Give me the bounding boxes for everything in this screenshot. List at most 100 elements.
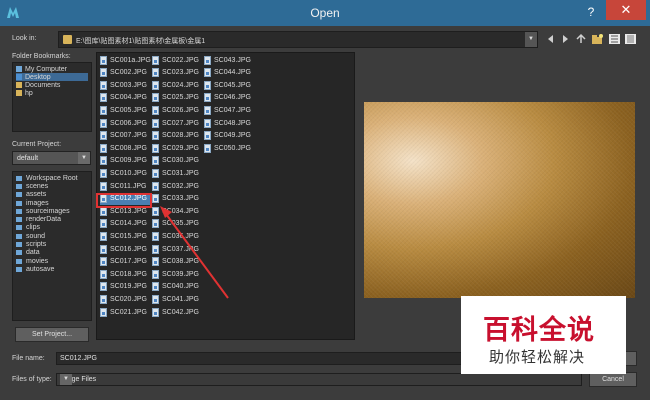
file-item[interactable]: SC039.JPG bbox=[152, 268, 202, 280]
file-item[interactable]: SC008.JPG bbox=[100, 142, 150, 154]
file-type-select[interactable]: Image Files ▼ bbox=[56, 373, 582, 386]
chevron-down-icon[interactable]: ▼ bbox=[60, 374, 72, 385]
file-item[interactable]: SC003.JPG bbox=[100, 79, 150, 91]
file-item[interactable]: SC050.JPG bbox=[204, 142, 254, 154]
folder-icon bbox=[16, 192, 22, 198]
project-folder-item[interactable]: movies bbox=[16, 257, 88, 265]
file-item[interactable]: SC048.JPG bbox=[204, 117, 254, 129]
bookmark-my-computer[interactable]: My Computer bbox=[16, 65, 88, 73]
documents-icon bbox=[16, 82, 22, 88]
file-item[interactable]: SC001a.JPG bbox=[100, 54, 151, 66]
file-item[interactable]: SC017.JPG bbox=[100, 256, 150, 268]
file-name: SC022.JPG bbox=[162, 56, 199, 64]
image-file-icon bbox=[204, 131, 211, 141]
file-name: SC035.JPG bbox=[162, 220, 199, 228]
look-in-combobox[interactable]: E:\图库\贴图素材1\贴图素材\金属板\金属1 ▼ bbox=[58, 31, 538, 48]
file-item[interactable]: SC033.JPG bbox=[152, 193, 202, 205]
file-item[interactable]: SC038.JPG bbox=[152, 256, 202, 268]
title-bar: Open ? ✕ bbox=[0, 0, 650, 26]
file-item[interactable]: SC026.JPG bbox=[152, 104, 202, 116]
watermark-slogan: 助你轻松解决 bbox=[489, 348, 586, 366]
project-select[interactable]: default ▼ bbox=[12, 151, 91, 165]
close-button[interactable]: ✕ bbox=[606, 0, 646, 20]
cancel-button[interactable]: Cancel bbox=[589, 372, 637, 387]
bookmark-hp[interactable]: hp bbox=[16, 89, 88, 97]
file-item[interactable]: SC041.JPG bbox=[152, 293, 202, 305]
file-item[interactable]: SC015.JPG bbox=[100, 230, 150, 242]
file-item[interactable]: SC044.JPG bbox=[204, 67, 254, 79]
project-folder-item[interactable]: scenes bbox=[16, 182, 88, 190]
file-item[interactable]: SC045.JPG bbox=[204, 79, 254, 91]
file-name: SC017.JPG bbox=[110, 258, 147, 266]
file-item[interactable]: SC021.JPG bbox=[100, 306, 150, 318]
file-item[interactable]: SC049.JPG bbox=[204, 130, 254, 142]
file-item[interactable]: SC007.JPG bbox=[100, 130, 150, 142]
file-item[interactable]: SC013.JPG bbox=[100, 205, 150, 217]
set-project-button[interactable]: Set Project... bbox=[15, 327, 89, 342]
project-folder-item[interactable]: assets bbox=[16, 191, 88, 199]
file-item[interactable]: SC020.JPG bbox=[100, 293, 150, 305]
image-file-icon bbox=[100, 55, 107, 65]
file-item[interactable]: SC027.JPG bbox=[152, 117, 202, 129]
up-folder-icon[interactable] bbox=[575, 33, 588, 45]
folder-icon bbox=[16, 175, 22, 181]
chevron-down-icon[interactable]: ▼ bbox=[78, 152, 90, 164]
file-item[interactable]: SC042.JPG bbox=[152, 306, 202, 318]
window-title: Open bbox=[310, 6, 340, 20]
project-folder-item[interactable]: data bbox=[16, 249, 88, 257]
image-file-icon bbox=[152, 194, 159, 204]
file-item[interactable]: SC035.JPG bbox=[152, 218, 202, 230]
file-name: SC011.JPG bbox=[110, 182, 147, 190]
file-item[interactable]: SC022.JPG bbox=[152, 54, 202, 66]
file-item[interactable]: SC043.JPG bbox=[204, 54, 254, 66]
file-item[interactable]: SC006.JPG bbox=[100, 117, 150, 129]
file-item[interactable]: SC004.JPG bbox=[100, 92, 150, 104]
image-file-icon bbox=[152, 168, 159, 178]
file-item[interactable]: SC010.JPG bbox=[100, 167, 150, 179]
file-item[interactable]: SC031.JPG bbox=[152, 167, 202, 179]
file-name: SC007.JPG bbox=[110, 132, 147, 140]
detail-view-icon[interactable] bbox=[624, 33, 637, 45]
file-item[interactable]: SC046.JPG bbox=[204, 92, 254, 104]
back-icon[interactable] bbox=[544, 33, 557, 45]
file-item[interactable]: SC016.JPG bbox=[100, 243, 150, 255]
file-item[interactable]: SC032.JPG bbox=[152, 180, 202, 192]
project-folder-item[interactable]: Workspace Root bbox=[16, 174, 88, 182]
file-item[interactable]: SC030.JPG bbox=[152, 155, 202, 167]
file-item[interactable]: SC028.JPG bbox=[152, 130, 202, 142]
file-item[interactable]: SC018.JPG bbox=[100, 268, 150, 280]
help-button[interactable]: ? bbox=[580, 2, 602, 22]
project-folder-item[interactable]: sound bbox=[16, 232, 88, 240]
file-item[interactable]: SC034.JPG bbox=[152, 205, 202, 217]
bookmark-desktop[interactable]: Desktop bbox=[16, 73, 88, 81]
file-item[interactable]: SC014.JPG bbox=[100, 218, 150, 230]
project-folder-item[interactable]: sourceimages bbox=[16, 207, 88, 215]
new-folder-icon[interactable] bbox=[591, 33, 604, 45]
file-item[interactable]: SC011.JPG bbox=[100, 180, 150, 192]
project-folder-item[interactable]: scripts bbox=[16, 240, 88, 248]
project-folder-item[interactable]: clips bbox=[16, 224, 88, 232]
file-item[interactable]: SC009.JPG bbox=[100, 155, 150, 167]
project-folder-item[interactable]: autosave bbox=[16, 265, 88, 273]
bookmark-documents[interactable]: Documents bbox=[16, 81, 88, 89]
image-file-icon bbox=[100, 156, 107, 166]
file-item[interactable]: SC019.JPG bbox=[100, 281, 150, 293]
file-name: SC034.JPG bbox=[162, 207, 199, 215]
image-file-icon bbox=[152, 80, 159, 90]
file-item[interactable]: SC047.JPG bbox=[204, 104, 254, 116]
file-item[interactable]: SC005.JPG bbox=[100, 104, 150, 116]
list-view-icon[interactable] bbox=[608, 33, 621, 45]
file-item[interactable]: SC037.JPG bbox=[152, 243, 202, 255]
file-item[interactable]: SC024.JPG bbox=[152, 79, 202, 91]
forward-icon[interactable] bbox=[559, 33, 572, 45]
file-item[interactable]: SC029.JPG bbox=[152, 142, 202, 154]
project-folder-item[interactable]: images bbox=[16, 199, 88, 207]
file-item[interactable]: SC036.JPG bbox=[152, 230, 202, 242]
file-item[interactable]: SC002.JPG bbox=[100, 67, 150, 79]
file-item[interactable]: SC040.JPG bbox=[152, 281, 202, 293]
chevron-down-icon[interactable]: ▼ bbox=[525, 32, 537, 47]
file-item[interactable]: SC025.JPG bbox=[152, 92, 202, 104]
file-item[interactable]: SC023.JPG bbox=[152, 67, 202, 79]
file-item[interactable]: SC012.JPG bbox=[100, 192, 150, 205]
project-folder-item[interactable]: renderData bbox=[16, 215, 88, 223]
